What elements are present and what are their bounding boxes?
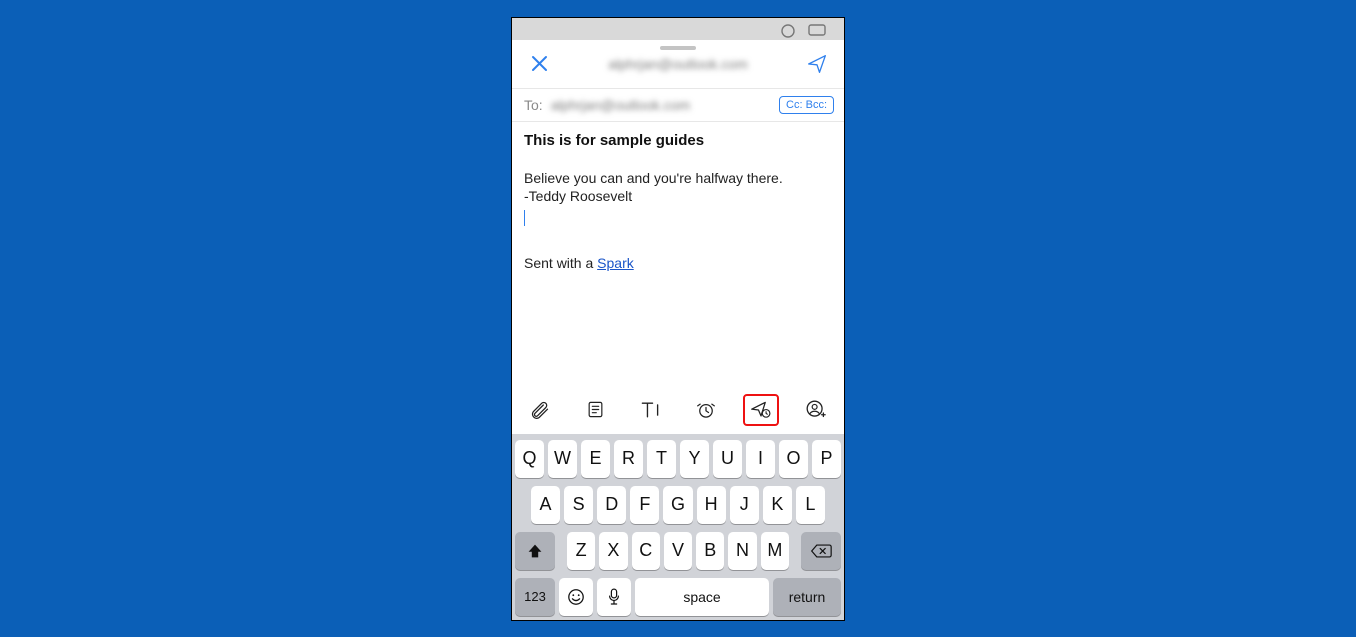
- text-format-icon[interactable]: [632, 394, 668, 426]
- key-v[interactable]: V: [664, 532, 692, 570]
- keyboard: Q W E R T Y U I O P A S D F G H J K L: [512, 434, 844, 620]
- key-i[interactable]: I: [746, 440, 775, 478]
- key-f[interactable]: F: [630, 486, 659, 524]
- keyboard-row-4: 123 space return: [515, 578, 841, 616]
- key-o[interactable]: O: [779, 440, 808, 478]
- return-key[interactable]: return: [773, 578, 841, 616]
- shift-key[interactable]: [515, 532, 555, 570]
- add-person-icon[interactable]: [798, 394, 834, 426]
- close-button[interactable]: [522, 47, 556, 81]
- key-k[interactable]: K: [763, 486, 792, 524]
- reminder-icon[interactable]: [688, 394, 724, 426]
- compose-toolbar: [512, 388, 844, 434]
- key-m[interactable]: M: [761, 532, 789, 570]
- backspace-key[interactable]: [801, 532, 841, 570]
- key-p[interactable]: P: [812, 440, 841, 478]
- key-s[interactable]: S: [564, 486, 593, 524]
- key-d[interactable]: D: [597, 486, 626, 524]
- key-l[interactable]: L: [796, 486, 825, 524]
- to-value[interactable]: alphrjan@outlook.com: [551, 97, 691, 113]
- key-j[interactable]: J: [730, 486, 759, 524]
- space-key[interactable]: space: [635, 578, 769, 616]
- template-icon[interactable]: [577, 394, 613, 426]
- spark-link[interactable]: Spark: [597, 255, 634, 271]
- key-c[interactable]: C: [632, 532, 660, 570]
- numbers-key[interactable]: 123: [515, 578, 555, 616]
- key-h[interactable]: H: [697, 486, 726, 524]
- to-row[interactable]: To: alphrjan@outlook.com Cc: Bcc:: [512, 89, 844, 121]
- send-later-icon[interactable]: [743, 394, 779, 426]
- cc-bcc-button[interactable]: Cc: Bcc:: [779, 96, 834, 114]
- key-g[interactable]: G: [663, 486, 692, 524]
- key-t[interactable]: T: [647, 440, 676, 478]
- from-account[interactable]: alphrjan@outlook.com: [608, 56, 748, 72]
- keyboard-row-3: Z X C V B N M: [515, 532, 841, 570]
- status-rect-icon: [808, 23, 826, 37]
- key-a[interactable]: A: [531, 486, 560, 524]
- status-bar: [512, 18, 844, 40]
- key-e[interactable]: E: [581, 440, 610, 478]
- subject-field[interactable]: This is for sample guides: [512, 122, 844, 155]
- key-q[interactable]: Q: [515, 440, 544, 478]
- email-body[interactable]: Believe you can and you're halfway there…: [512, 155, 844, 388]
- keyboard-row-1: Q W E R T Y U I O P: [515, 440, 841, 478]
- key-b[interactable]: B: [696, 532, 724, 570]
- key-z[interactable]: Z: [567, 532, 595, 570]
- keyboard-row-2: A S D F G H J K L: [515, 486, 841, 524]
- key-r[interactable]: R: [614, 440, 643, 478]
- key-x[interactable]: X: [599, 532, 627, 570]
- mic-key[interactable]: [597, 578, 631, 616]
- key-n[interactable]: N: [728, 532, 756, 570]
- to-label: To:: [524, 97, 543, 113]
- sheet-grabber[interactable]: [660, 46, 696, 50]
- signature: Sent with a Spark: [524, 254, 832, 273]
- emoji-key[interactable]: [559, 578, 593, 616]
- body-line1: Believe you can and you're halfway there…: [524, 169, 832, 188]
- key-u[interactable]: U: [713, 440, 742, 478]
- key-y[interactable]: Y: [680, 440, 709, 478]
- status-circle-icon: [780, 23, 796, 39]
- text-cursor: [524, 210, 525, 226]
- sig-prefix: Sent with a: [524, 255, 597, 271]
- attachment-icon[interactable]: [522, 394, 558, 426]
- phone-frame: alphrjan@outlook.com To: alphrjan@outloo…: [511, 17, 845, 621]
- send-button[interactable]: [800, 47, 834, 81]
- body-line2: -Teddy Roosevelt: [524, 187, 832, 206]
- key-w[interactable]: W: [548, 440, 577, 478]
